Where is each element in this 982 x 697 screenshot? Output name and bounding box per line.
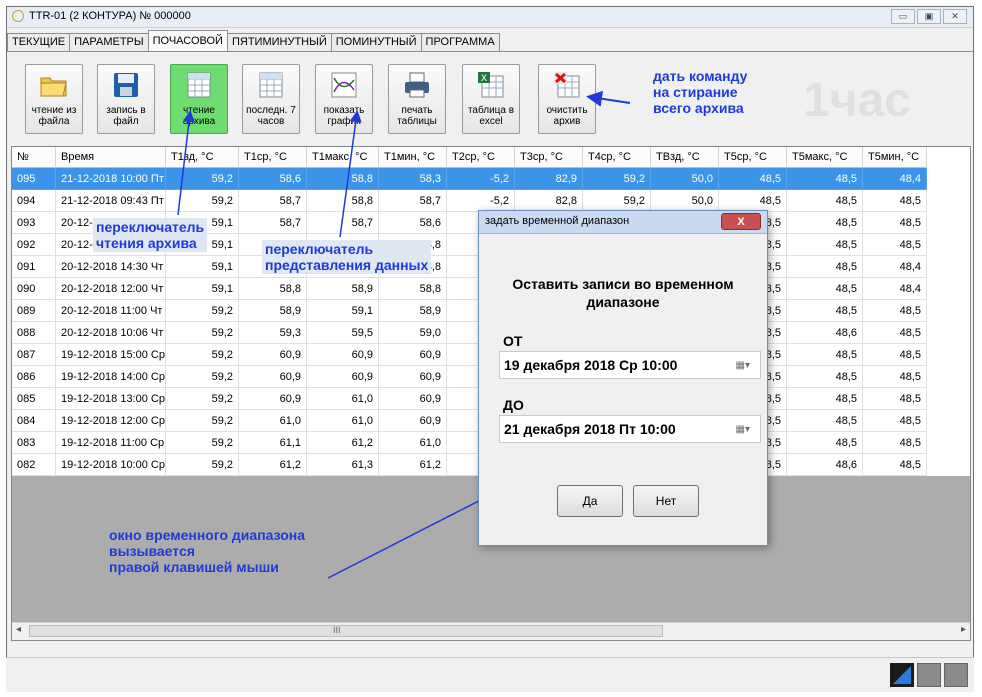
read-switch-line-1: переключатель [96, 219, 205, 235]
erase-annotation: дать команду на стирание всего архива [653, 68, 747, 116]
view-switch-line-2: представления данных [265, 257, 429, 273]
range-window-line-3: правой клавишей мыши [109, 559, 279, 575]
erase-annotation-line-3: всего архива [653, 100, 744, 116]
from-label: ОТ [503, 333, 523, 349]
dialog-title-bar: задать временной диапазон X [479, 211, 767, 234]
read-switch-annotation: переключатель чтения архива [93, 218, 208, 252]
view-switch-annotation: переключатель представления данных [262, 240, 432, 274]
to-date-value: 21 декабря 2018 Пт 10:00 [504, 421, 676, 437]
calendar-dropdown-icon[interactable]: ▦▾ [736, 424, 750, 435]
from-date-picker[interactable]: 19 декабря 2018 Ср 10:00 ▦▾ [499, 351, 761, 379]
dialog-prompt: Оставить записи во временном диапазоне [512, 276, 734, 310]
calendar-dropdown-icon[interactable]: ▦▾ [736, 360, 750, 371]
from-date-value: 19 декабря 2018 Ср 10:00 [504, 357, 678, 373]
no-button[interactable]: Нет [633, 485, 699, 517]
tab-hourly[interactable]: ПОЧАСОВОЙ [147, 30, 228, 51]
erase-annotation-line-2: на стирание [653, 84, 738, 100]
range-window-line-1: окно временного диапазона [109, 527, 306, 543]
read-switch-line-2: чтения архива [96, 235, 197, 251]
view-switch-line-1: переключатель [265, 241, 374, 257]
range-window-line-2: вызывается [109, 543, 195, 559]
to-date-picker[interactable]: 21 декабря 2018 Пт 10:00 ▦▾ [499, 415, 761, 443]
time-range-dialog: задать временной диапазон X Оставить зап… [478, 210, 768, 546]
erase-annotation-line-1: дать команду [653, 68, 748, 84]
yes-button[interactable]: Да [557, 485, 623, 517]
range-window-annotation: окно временного диапазона вызывается пра… [109, 527, 305, 575]
to-label: ДО [503, 397, 524, 413]
dialog-title: задать временной диапазон [485, 215, 630, 227]
dialog-close-button[interactable]: X [721, 213, 761, 230]
